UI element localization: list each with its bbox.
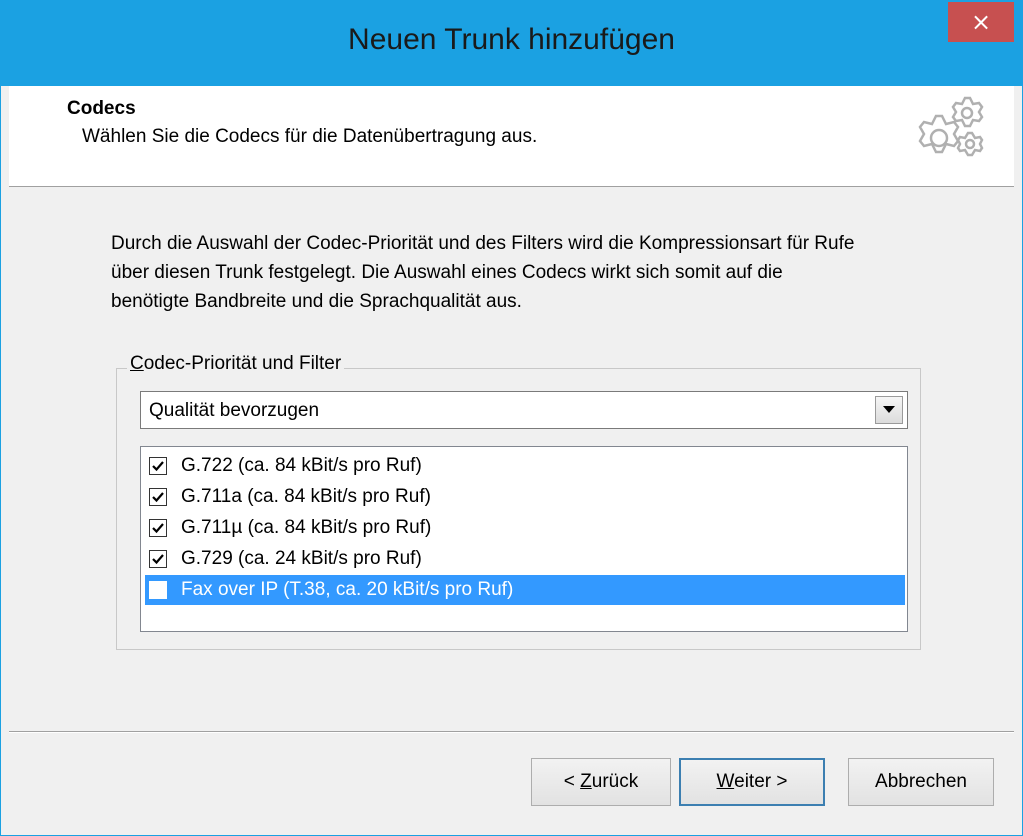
codec-listbox[interactable]: G.722 (ca. 84 kBit/s pro Ruf) G.711a (ca… (140, 446, 908, 632)
cancel-button[interactable]: Abbrechen (848, 758, 994, 806)
title-bar[interactable]: Neuen Trunk hinzufügen × (1, 1, 1022, 86)
back-prefix: < (563, 771, 581, 792)
window-title: Neuen Trunk hinzufügen (348, 23, 675, 56)
wizard-header: Codecs Wählen Sie die Codecs für die Dat… (9, 86, 1014, 187)
codec-label: G.722 (ca. 84 kBit/s pro Ruf) (181, 455, 422, 476)
codec-list-item[interactable]: G.711a (ca. 84 kBit/s pro Ruf) (145, 482, 905, 512)
description-line: Durch die Auswahl der Codec-Priorität un… (111, 233, 855, 254)
back-accelerator: Z (580, 771, 592, 792)
codec-list-item[interactable]: G.729 (ca. 24 kBit/s pro Ruf) (145, 544, 905, 574)
description-line: benötigte Bandbreite und die Sprachquali… (111, 291, 522, 312)
codec-checkbox[interactable] (149, 550, 167, 568)
dialog-window: Neuen Trunk hinzufügen × Codecs Wählen S… (0, 0, 1023, 836)
chevron-down-icon (883, 406, 895, 413)
checkmark-icon (152, 554, 164, 565)
checkmark-icon (152, 523, 164, 534)
legend-accelerator: C (130, 353, 144, 374)
codec-label: Fax over IP (T.38, ca. 20 kBit/s pro Ruf… (181, 579, 514, 600)
next-accelerator: W (716, 771, 735, 792)
codec-checkbox[interactable] (149, 581, 167, 599)
codec-list-item-selected[interactable]: Fax over IP (T.38, ca. 20 kBit/s pro Ruf… (145, 575, 905, 605)
close-button[interactable]: × (948, 2, 1014, 42)
checkmark-icon (152, 492, 164, 503)
codec-label: G.711µ (ca. 84 kBit/s pro Ruf) (181, 517, 432, 538)
description-line: über diesen Trunk festgelegt. Die Auswah… (111, 262, 783, 283)
codec-label: G.729 (ca. 24 kBit/s pro Ruf) (181, 548, 422, 569)
page-title: Codecs (67, 98, 136, 119)
codec-checkbox[interactable] (149, 519, 167, 537)
legend-text: odec-Priorität und Filter (143, 353, 342, 374)
close-icon: × (970, 8, 992, 36)
combobox-value: Qualität bevorzugen (149, 400, 320, 421)
codec-checkbox[interactable] (149, 457, 167, 475)
codec-checkbox[interactable] (149, 488, 167, 506)
combobox-dropdown-button[interactable] (875, 396, 903, 424)
next-text: eiter > (734, 771, 788, 792)
back-text: urück (591, 771, 639, 792)
next-button[interactable]: Weiter > (679, 758, 825, 806)
codec-list-item[interactable]: G.711µ (ca. 84 kBit/s pro Ruf) (145, 513, 905, 543)
description-text: Durch die Auswahl der Codec-Priorität un… (111, 229, 941, 316)
codec-list-item[interactable]: G.722 (ca. 84 kBit/s pro Ruf) (145, 451, 905, 481)
page-subtitle: Wählen Sie die Codecs für die Datenübert… (82, 126, 538, 147)
gears-icon (918, 96, 984, 157)
checkmark-icon (152, 461, 164, 472)
codec-label: G.711a (ca. 84 kBit/s pro Ruf) (181, 486, 431, 507)
group-legend: Codec-Priorität und Filter (127, 353, 345, 375)
priority-combobox[interactable]: Qualität bevorzugen (140, 391, 908, 429)
footer-divider (9, 731, 1014, 733)
back-button[interactable]: < Zurück (531, 758, 671, 806)
